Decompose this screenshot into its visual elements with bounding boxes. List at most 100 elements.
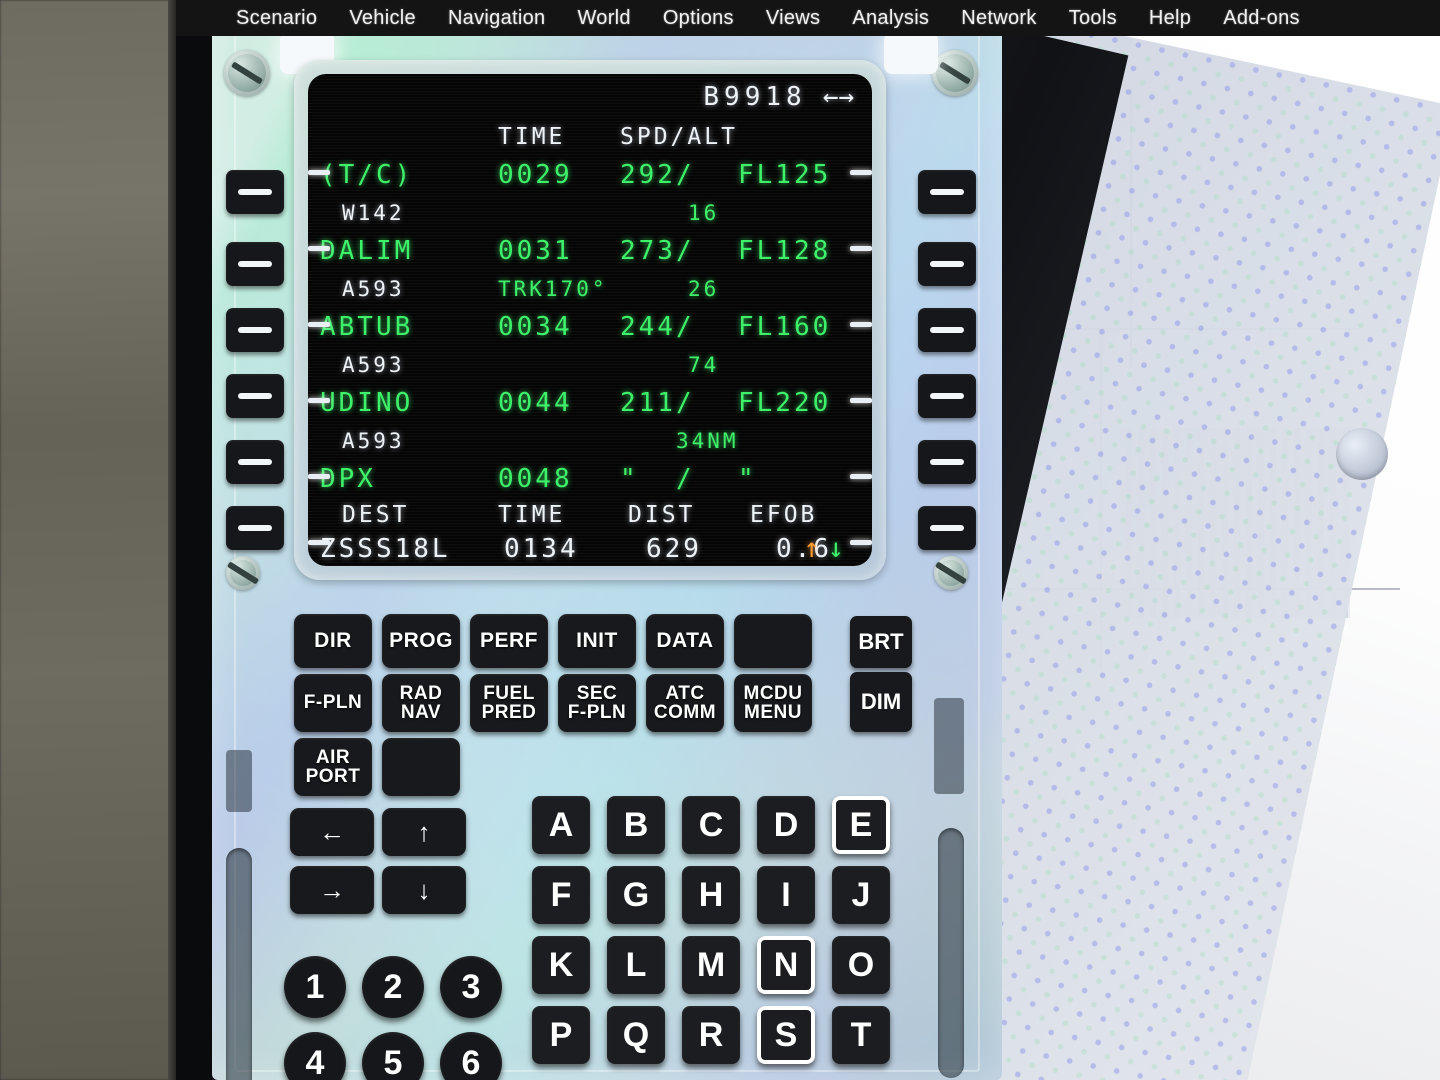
lsk-5r[interactable] xyxy=(918,440,976,484)
key-r[interactable]: R xyxy=(682,1006,740,1064)
fpln-row[interactable]: (T/C) 0029 292/ FL125 xyxy=(308,156,872,194)
key-k[interactable]: K xyxy=(532,936,590,994)
page-down-arrow[interactable]: ↓ xyxy=(828,533,852,564)
key-1[interactable]: 1 xyxy=(284,956,346,1018)
key-s[interactable]: S xyxy=(757,1006,815,1064)
mcdu-display: B9918 ←→ TIME SPD/ALT (T/C) 0029 292/ FL1… xyxy=(308,74,872,566)
key-q[interactable]: Q xyxy=(607,1006,665,1064)
key-c[interactable]: C xyxy=(682,796,740,854)
menu-item-vehicle[interactable]: Vehicle xyxy=(333,7,432,30)
row-alt: " xyxy=(738,464,757,494)
lsk-4l[interactable] xyxy=(226,374,284,418)
key-brt[interactable]: BRT xyxy=(850,616,912,668)
row-time: TRK170° xyxy=(498,277,608,301)
menu-item-world[interactable]: World xyxy=(561,7,646,30)
lsk-2r[interactable] xyxy=(918,242,976,286)
side-slot-left xyxy=(226,848,252,1080)
menu-item-analysis[interactable]: Analysis xyxy=(836,7,945,30)
dest-dist: 629 xyxy=(646,534,702,564)
lsk-3r[interactable] xyxy=(918,308,976,352)
key-data[interactable]: DATA xyxy=(646,614,724,668)
fpln-row[interactable]: DALIM 0031 273/ FL128 xyxy=(308,232,872,270)
key-airport[interactable]: AIR PORT xyxy=(294,738,372,796)
key-atc-comm[interactable]: ATC COMM xyxy=(646,674,724,732)
arrow-down-key[interactable]: ↓ xyxy=(382,866,466,914)
key-p[interactable]: P xyxy=(532,1006,590,1064)
row-ident: (T/C) xyxy=(320,160,414,190)
menu-item-navigation[interactable]: Navigation xyxy=(432,7,562,30)
key-h[interactable]: H xyxy=(682,866,740,924)
menu-item-help[interactable]: Help xyxy=(1133,7,1207,30)
menu-item-tools[interactable]: Tools xyxy=(1053,7,1133,30)
key-j[interactable]: J xyxy=(832,866,890,924)
key-b[interactable]: B xyxy=(607,796,665,854)
fpln-row[interactable]: ABTUB 0034 244/ FL160 xyxy=(308,308,872,346)
row-time: 0034 xyxy=(498,312,573,342)
key-f-pln[interactable]: F-PLN xyxy=(294,674,372,732)
key-blank-2[interactable] xyxy=(382,738,460,796)
lsk-marker-left xyxy=(308,474,330,479)
key-2[interactable]: 2 xyxy=(362,956,424,1018)
page-up-arrow[interactable]: ↑ xyxy=(803,533,827,564)
side-notch-right xyxy=(934,698,964,794)
lsk-marker-right xyxy=(850,540,872,545)
lsk-3l[interactable] xyxy=(226,308,284,352)
key-3[interactable]: 3 xyxy=(440,956,502,1018)
header-dest-time: TIME xyxy=(498,502,566,528)
arrow-left-key[interactable]: ← xyxy=(290,808,374,856)
key-e[interactable]: E xyxy=(832,796,890,854)
monitor-screen: B9918 ←→ TIME SPD/ALT (T/C) 0029 292/ FL1… xyxy=(176,0,1440,1080)
key-i[interactable]: I xyxy=(757,866,815,924)
row-alt: FL125 xyxy=(738,160,832,190)
key-mcdu-menu[interactable]: MCDU MENU xyxy=(734,674,812,732)
lsk-marker-right xyxy=(850,398,872,403)
lsk-4r[interactable] xyxy=(918,374,976,418)
menu-item-options[interactable]: Options xyxy=(647,7,750,30)
key-d[interactable]: D xyxy=(757,796,815,854)
key-g[interactable]: G xyxy=(607,866,665,924)
menu-item-views[interactable]: Views xyxy=(750,7,837,30)
key-prog[interactable]: PROG xyxy=(382,614,460,668)
key-l[interactable]: L xyxy=(607,936,665,994)
lsk-2l[interactable] xyxy=(226,242,284,286)
key-a[interactable]: A xyxy=(532,796,590,854)
key-perf[interactable]: PERF xyxy=(470,614,548,668)
key-blank-1[interactable] xyxy=(734,614,812,668)
menu-item-network[interactable]: Network xyxy=(945,7,1052,30)
key-sec-f-pln[interactable]: SEC F-PLN xyxy=(558,674,636,732)
row-spd: 244/ xyxy=(620,312,695,342)
key-dir[interactable]: DIR xyxy=(294,614,372,668)
row-ident: A593 xyxy=(342,429,405,453)
header-dest: DEST xyxy=(342,502,410,528)
key-init[interactable]: INIT xyxy=(558,614,636,668)
screw-bottom-left xyxy=(226,556,260,590)
lsk-marker-right xyxy=(850,322,872,327)
key-f[interactable]: F xyxy=(532,866,590,924)
key-dim[interactable]: DIM xyxy=(850,672,912,732)
screw-top-right xyxy=(932,50,978,96)
key-rad-nav[interactable]: RAD NAV xyxy=(382,674,460,732)
lsk-1l[interactable] xyxy=(226,170,284,214)
dest-header-row: DEST TIME DIST EFOB xyxy=(308,496,872,534)
lsk-6l[interactable] xyxy=(226,506,284,550)
row-time: 0029 xyxy=(498,160,573,190)
arrow-right-key[interactable]: → xyxy=(290,866,374,914)
dest-row[interactable]: ZSSS18L 0134 629 0.6 xyxy=(308,530,872,566)
key-fuel-pred[interactable]: FUEL PRED xyxy=(470,674,548,732)
key-n[interactable]: N xyxy=(757,936,815,994)
row-alt: FL160 xyxy=(738,312,832,342)
key-t[interactable]: T xyxy=(832,1006,890,1064)
menu-item-add-ons[interactable]: Add-ons xyxy=(1207,7,1316,30)
menu-item-scenario[interactable]: Scenario xyxy=(220,7,333,30)
fpln-row[interactable]: DPX 0048 " / " xyxy=(308,460,872,498)
key-m[interactable]: M xyxy=(682,936,740,994)
page-vertical-arrows: ↑↓ xyxy=(803,533,852,564)
row-alt: 26 xyxy=(688,277,720,301)
fpln-row[interactable]: UDINO 0044 211/ FL220 xyxy=(308,384,872,422)
lsk-5l[interactable] xyxy=(226,440,284,484)
lsk-1r[interactable] xyxy=(918,170,976,214)
arrow-up-key[interactable]: ↑ xyxy=(382,808,466,856)
row-ident: W142 xyxy=(342,201,405,225)
lsk-6r[interactable] xyxy=(918,506,976,550)
key-o[interactable]: O xyxy=(832,936,890,994)
